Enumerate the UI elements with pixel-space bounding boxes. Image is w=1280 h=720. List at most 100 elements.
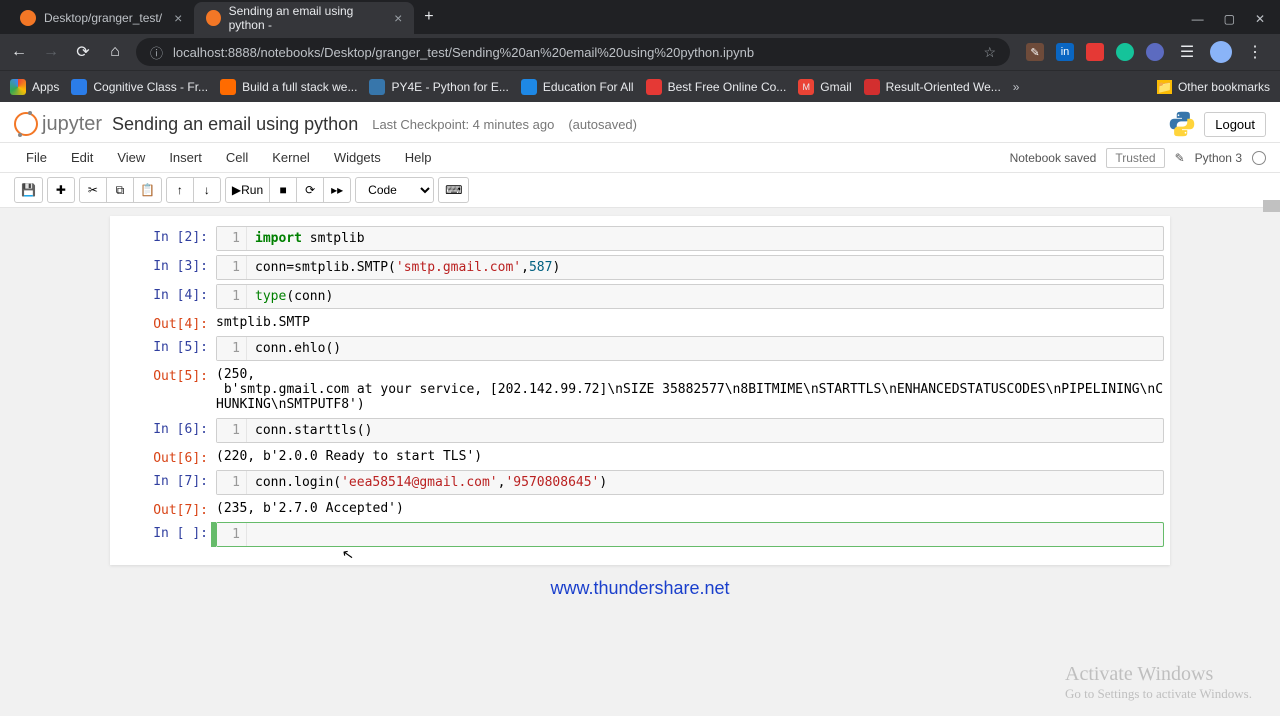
extension-icon[interactable] — [1086, 43, 1104, 61]
tab-title: Desktop/granger_test/ — [44, 11, 162, 25]
url-text: localhost:8888/notebooks/Desktop/granger… — [173, 45, 973, 60]
paste-cell-button[interactable]: 📋 — [133, 177, 162, 203]
move-down-button[interactable]: ↓ — [193, 177, 221, 203]
menu-file[interactable]: File — [14, 146, 59, 169]
new-tab-button[interactable]: + — [414, 8, 443, 26]
jupyter-orb-icon — [14, 112, 38, 136]
scrollbar-thumb[interactable] — [1263, 200, 1280, 212]
code-cell[interactable]: In [2]:1import smtplib — [116, 226, 1164, 251]
code-input[interactable]: 1 — [216, 522, 1164, 547]
browser-tab-0[interactable]: Desktop/granger_test/ × — [8, 2, 194, 34]
menu-view[interactable]: View — [105, 146, 157, 169]
home-button[interactable]: ⌂ — [104, 43, 126, 61]
bookmark-apps[interactable]: Apps — [10, 79, 59, 95]
maximize-icon[interactable]: ▢ — [1224, 12, 1235, 26]
save-status: Notebook saved — [1010, 151, 1097, 165]
address-bar[interactable]: ⓘ localhost:8888/notebooks/Desktop/grang… — [136, 38, 1010, 66]
menu-cell[interactable]: Cell — [214, 146, 260, 169]
edit-icon[interactable]: ✎ — [1175, 151, 1185, 165]
kernel-name[interactable]: Python 3 — [1195, 151, 1242, 165]
line-number: 1 — [217, 285, 247, 308]
code-text[interactable]: conn=smtplib.SMTP('smtp.gmail.com',587) — [247, 256, 1163, 279]
menu-help[interactable]: Help — [393, 146, 444, 169]
run-button[interactable]: ▶ Run — [225, 177, 270, 203]
code-cell[interactable]: In [7]:1conn.login('eea58514@gmail.com',… — [116, 470, 1164, 495]
code-input[interactable]: 1type(conn) — [216, 284, 1164, 309]
copy-cell-button[interactable]: ⧉ — [106, 177, 134, 203]
interrupt-button[interactable]: ■ — [269, 177, 297, 203]
code-cell[interactable]: In [3]:1conn=smtplib.SMTP('smtp.gmail.co… — [116, 255, 1164, 280]
menu-bar: File Edit View Insert Cell Kernel Widget… — [0, 143, 1280, 173]
code-text[interactable]: import smtplib — [247, 227, 1163, 250]
code-input[interactable]: 1import smtplib — [216, 226, 1164, 251]
menu-widgets[interactable]: Widgets — [322, 146, 393, 169]
cut-cell-button[interactable]: ✂ — [79, 177, 107, 203]
bookmarks-overflow[interactable]: » — [1013, 80, 1020, 94]
jupyter-logo[interactable]: jupyter — [14, 112, 102, 136]
code-input[interactable]: 1conn.login('eea58514@gmail.com','957080… — [216, 470, 1164, 495]
bookmark-item[interactable]: Cognitive Class - Fr... — [71, 79, 208, 95]
minimize-icon[interactable]: — — [1192, 12, 1204, 26]
code-cell[interactable]: In [5]:1conn.ehlo() — [116, 336, 1164, 361]
extension-icon[interactable] — [1146, 43, 1164, 61]
reload-button[interactable]: ⟳ — [72, 42, 94, 62]
profile-avatar[interactable] — [1210, 41, 1232, 63]
extension-icon[interactable]: ✎ — [1026, 43, 1044, 61]
code-cell[interactable]: In [6]:1conn.starttls() — [116, 418, 1164, 443]
menu-edit[interactable]: Edit — [59, 146, 105, 169]
code-cell[interactable]: In [ ]:1 — [116, 522, 1164, 547]
trusted-indicator[interactable]: Trusted — [1106, 148, 1164, 168]
bookmark-star-icon[interactable]: ☆ — [983, 44, 996, 61]
notebook-title[interactable]: Sending an email using python — [112, 114, 358, 135]
menu-kernel[interactable]: Kernel — [260, 146, 322, 169]
bookmark-gmail[interactable]: MGmail — [798, 79, 851, 95]
code-text[interactable] — [247, 523, 1163, 546]
cell-type-select[interactable]: Code — [355, 177, 434, 203]
code-input[interactable]: 1conn=smtplib.SMTP('smtp.gmail.com',587) — [216, 255, 1164, 280]
menu-insert[interactable]: Insert — [157, 146, 214, 169]
code-input[interactable]: 1conn.ehlo() — [216, 336, 1164, 361]
kebab-menu-icon[interactable]: ⋮ — [1244, 42, 1266, 62]
code-text[interactable]: conn.login('eea58514@gmail.com','9570808… — [247, 471, 1163, 494]
save-button[interactable]: 💾 — [14, 177, 43, 203]
reading-list-icon[interactable]: ☰ — [1176, 42, 1198, 62]
logout-button[interactable]: Logout — [1204, 112, 1266, 137]
site-info-icon[interactable]: ⓘ — [150, 43, 163, 62]
kernel-indicator-icon[interactable] — [1252, 151, 1266, 165]
bookmark-item[interactable]: Result-Oriented We... — [864, 79, 1001, 95]
input-prompt: In [7]: — [116, 470, 216, 495]
input-prompt: In [2]: — [116, 226, 216, 251]
command-palette-button[interactable]: ⌨ — [438, 177, 469, 203]
jupyter-favicon-icon — [206, 10, 220, 26]
close-window-icon[interactable]: ✕ — [1255, 12, 1265, 26]
code-text[interactable]: type(conn) — [247, 285, 1163, 308]
other-bookmarks[interactable]: 📁Other bookmarks — [1157, 80, 1270, 94]
code-input[interactable]: 1conn.starttls() — [216, 418, 1164, 443]
back-button[interactable]: ← — [8, 43, 30, 61]
bookmark-item[interactable]: Education For All — [521, 79, 634, 95]
notebook-scroll-area[interactable]: In [2]:1import smtplibIn [3]:1conn=smtpl… — [0, 208, 1280, 716]
bookmark-item[interactable]: Build a full stack we... — [220, 79, 357, 95]
linkedin-icon[interactable]: in — [1056, 43, 1074, 61]
python-logo-icon — [1168, 110, 1196, 138]
close-icon[interactable]: × — [174, 10, 182, 26]
grammarly-icon[interactable] — [1116, 43, 1134, 61]
tab-bar: Desktop/granger_test/ × Sending an email… — [0, 0, 1280, 34]
bookmark-item[interactable]: Best Free Online Co... — [646, 79, 787, 95]
code-text[interactable]: conn.ehlo() — [247, 337, 1163, 360]
input-prompt: In [4]: — [116, 284, 216, 309]
browser-chrome: Desktop/granger_test/ × Sending an email… — [0, 0, 1280, 102]
close-icon[interactable]: × — [394, 10, 402, 26]
restart-run-all-button[interactable]: ▸▸ — [323, 177, 351, 203]
bookmark-icon — [521, 79, 537, 95]
bookmark-item[interactable]: PY4E - Python for E... — [369, 79, 508, 95]
code-cell[interactable]: In [4]:1type(conn) — [116, 284, 1164, 309]
output-text: (250, b'smtp.gmail.com at your service, … — [216, 365, 1164, 414]
output-prompt: Out[5]: — [116, 365, 216, 414]
restart-button[interactable]: ⟳ — [296, 177, 324, 203]
move-up-button[interactable]: ↑ — [166, 177, 194, 203]
insert-cell-button[interactable]: ✚ — [47, 177, 75, 203]
browser-tab-1[interactable]: Sending an email using python - × — [194, 2, 414, 34]
code-text[interactable]: conn.starttls() — [247, 419, 1163, 442]
forward-button[interactable]: → — [40, 43, 62, 61]
